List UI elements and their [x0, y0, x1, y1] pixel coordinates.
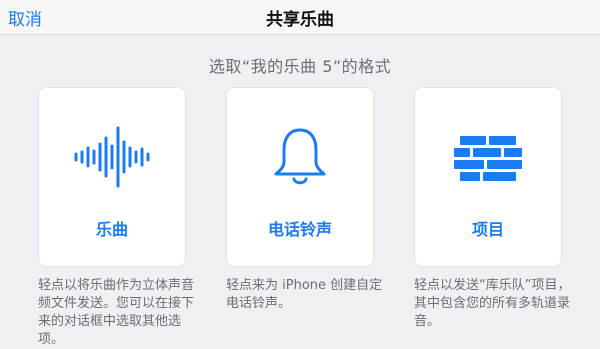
- song-option-description: 轻点以将乐曲作为立体声音频文件发送。您可以在接下来的对话框中选取其他选项。: [38, 278, 195, 347]
- song-option-card[interactable]: 乐曲: [38, 87, 186, 267]
- bell-icon: [227, 126, 373, 188]
- ringtone-option-card[interactable]: 电话铃声: [226, 87, 374, 267]
- ringtone-option-label: 电话铃声: [267, 220, 332, 239]
- waveform-icon: [39, 126, 185, 188]
- navigation-bar: 取消 共享乐曲: [0, 0, 600, 35]
- song-option-label: 乐曲: [95, 220, 128, 239]
- project-option-description: 轻点以发送“库乐队”项目，其中包含您的所有多轨道录音。: [414, 278, 571, 329]
- format-prompt: 选取“我的乐曲 5”的格式: [208, 57, 392, 76]
- project-option-label: 项目: [471, 220, 504, 239]
- page-title: 共享乐曲: [266, 10, 334, 30]
- ringtone-option-description: 轻点来为 iPhone 创建自定电话铃声。: [226, 278, 383, 311]
- project-option-card[interactable]: 项目: [414, 87, 562, 267]
- brick-wall-icon: [415, 126, 561, 188]
